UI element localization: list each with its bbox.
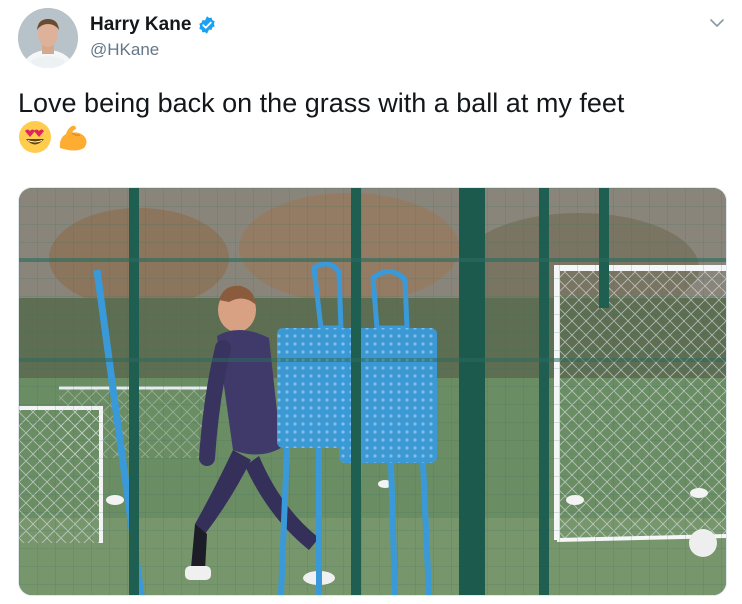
author-handle[interactable]: @HKane — [90, 40, 159, 60]
display-name[interactable]: Harry Kane — [90, 14, 191, 36]
chevron-down-icon[interactable] — [708, 14, 726, 32]
avatar[interactable] — [18, 8, 78, 68]
heart-eyes-emoji-icon — [18, 120, 52, 154]
tweet-media-video[interactable] — [18, 187, 727, 596]
author-name-row[interactable]: Harry Kane — [90, 14, 217, 36]
training-ground-photo — [19, 188, 726, 595]
avatar-photo — [18, 8, 78, 68]
emoji-row — [18, 120, 90, 154]
tweet-text: Love being back on the grass with a ball… — [18, 88, 625, 118]
verified-badge-icon — [197, 15, 217, 35]
flexed-biceps-emoji-icon — [56, 120, 90, 154]
